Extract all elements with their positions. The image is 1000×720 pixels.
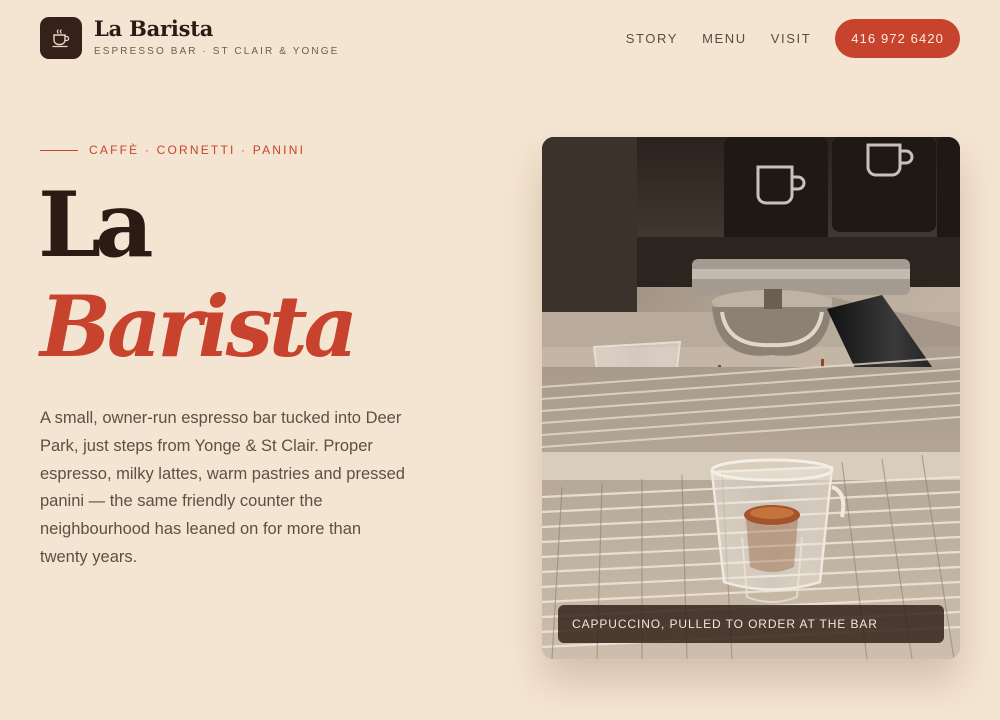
- main-nav: STORY MENU VISIT 416 972 6420: [626, 18, 960, 58]
- phone-call-button[interactable]: 416 972 6420: [835, 18, 960, 58]
- photo-caption-text: CAPPUCCINO, PULLED TO ORDER AT THE BAR: [572, 617, 878, 631]
- logo[interactable]: [40, 17, 82, 59]
- eyebrow-text: CAFFÈ · CORNETTI · PANINI: [89, 143, 306, 157]
- coffee-cup-icon: [52, 29, 70, 48]
- brand-tagline: ESPRESSO BAR · ST CLAIR & YONGE: [94, 46, 340, 57]
- espresso-machine-illustration: [542, 137, 960, 659]
- photo-caption: CAPPUCCINO, PULLED TO ORDER AT THE BAR: [558, 605, 944, 643]
- hero-intro: A small, owner-run espresso bar tucked i…: [40, 409, 405, 566]
- site-header: La Barista ESPRESSO BAR · ST CLAIR & YON…: [40, 16, 960, 60]
- hero-eyebrow: CAFFÈ · CORNETTI · PANINI: [40, 143, 305, 157]
- nav-link-menu[interactable]: MENU: [702, 31, 747, 46]
- nav-link-story[interactable]: STORY: [626, 31, 678, 46]
- hero-title-line-1: La: [38, 172, 154, 278]
- eyebrow-divider: [40, 149, 78, 151]
- hero-title-line-2: Barista: [40, 277, 358, 376]
- nav-link-visit[interactable]: VISIT: [771, 31, 812, 46]
- hero-photo: CAPPUCCINO, PULLED TO ORDER AT THE BAR: [542, 137, 960, 659]
- brand-name[interactable]: La Barista: [94, 16, 213, 41]
